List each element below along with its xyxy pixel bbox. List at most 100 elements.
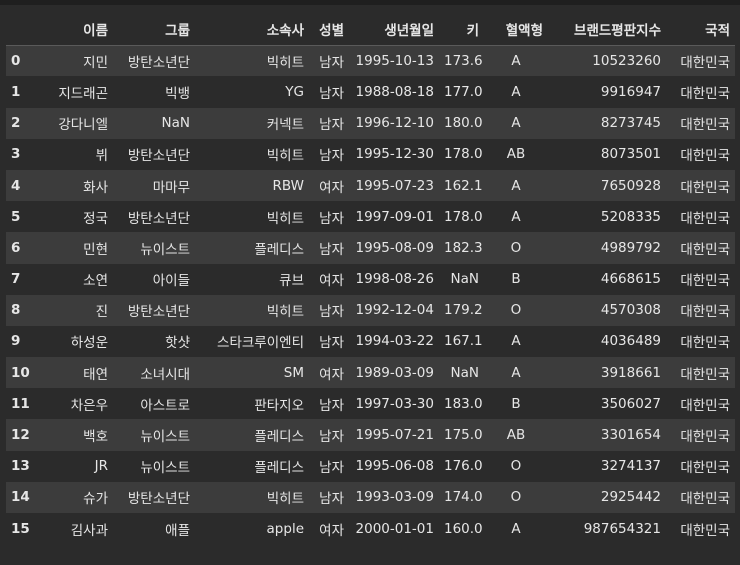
cell-name: 정국 xyxy=(83,210,108,227)
cell-birthdate: 2000-01-01 xyxy=(355,520,434,537)
cell-gender: 남자 xyxy=(319,491,344,508)
cell-gender: 남자 xyxy=(319,397,344,414)
table-row: 0 지민 방탄소년단 빅히트 남자 1995-10-13 173.6 A 10523260 대한민… xyxy=(6,45,735,77)
cell-name: 소연 xyxy=(83,273,108,290)
column-header-group: 그룹 xyxy=(113,14,195,46)
cell-birthdate: 1994-03-22 xyxy=(355,333,434,350)
table-row: 13 JR 뉴이스트 플레디스 남자 1995-06-08 176.0 O 3274137 대한민… xyxy=(6,450,735,482)
cell-birthdate: 1995-06-08 xyxy=(355,458,434,475)
table-row: 15 김사과 애플 apple 여자 2000-01-01 160.0 A 987654321 대… xyxy=(6,513,735,545)
cell-gender: 여자 xyxy=(319,522,344,539)
cell-height: 167.1 xyxy=(444,333,483,350)
cell-height: 178.0 xyxy=(444,146,483,163)
cell-name: 화사 xyxy=(83,179,108,196)
cell-birthdate: 1995-07-23 xyxy=(355,177,434,194)
row-index: 10 xyxy=(11,364,30,381)
column-header-blood-type: 혈액형 xyxy=(484,14,548,46)
cell-blood-type: A xyxy=(511,520,521,537)
table-row: 1 지드래곤 빅뱅 YG 남자 1988-08-18 177.0 A 9916947 대한민국 xyxy=(6,76,735,108)
cell-agency: apple xyxy=(266,520,304,537)
cell-group: 방탄소년단 xyxy=(127,304,190,321)
cell-gender: 남자 xyxy=(319,304,344,321)
cell-blood-type: O xyxy=(510,458,522,475)
cell-birthdate: 1995-12-30 xyxy=(355,146,434,163)
row-index: 6 xyxy=(11,239,21,256)
cell-height: 179.2 xyxy=(444,302,483,319)
column-header-agency: 소속사 xyxy=(195,14,309,46)
cell-name: 태연 xyxy=(83,366,108,383)
cell-agency: 스타크루이엔티 xyxy=(217,335,304,352)
cell-blood-type: O xyxy=(510,302,522,319)
cell-brand-index: 4036489 xyxy=(600,333,661,350)
row-index: 3 xyxy=(11,146,21,163)
cell-group: 애플 xyxy=(165,522,190,539)
cell-gender: 남자 xyxy=(319,241,344,258)
cell-name: 강다니엘 xyxy=(58,117,108,134)
cell-height: 173.6 xyxy=(444,53,483,70)
row-index: 1 xyxy=(11,83,21,100)
cell-brand-index: 4570308 xyxy=(600,302,661,319)
cell-group: 아이들 xyxy=(152,273,190,290)
cell-height: 182.3 xyxy=(444,239,483,256)
cell-blood-type: A xyxy=(511,53,521,70)
cell-height: NaN xyxy=(450,364,479,381)
cell-height: 175.0 xyxy=(444,427,483,444)
row-index: 9 xyxy=(11,333,21,350)
row-index: 13 xyxy=(11,458,30,475)
cell-birthdate: 1989-03-09 xyxy=(355,364,434,381)
row-index: 11 xyxy=(11,395,30,412)
cell-gender: 남자 xyxy=(319,148,344,165)
cell-brand-index: 10523260 xyxy=(592,53,661,70)
header-row: 이름 그룹 소속사 성별 생년월일 키 혈액형 브랜드평판지수 국적 xyxy=(6,14,735,46)
cell-nationality: 대한민국 xyxy=(680,522,730,539)
row-index: 12 xyxy=(11,427,30,444)
cell-gender: 남자 xyxy=(319,55,344,72)
cell-height: NaN xyxy=(450,271,479,288)
cell-agency: YG xyxy=(285,83,304,100)
dataframe-table: 이름 그룹 소속사 성별 생년월일 키 혈액형 브랜드평판지수 국적 0 지민 방탄… xyxy=(6,14,735,545)
cell-brand-index: 4989792 xyxy=(600,239,661,256)
cell-nationality: 대한민국 xyxy=(680,148,730,165)
cell-nationality: 대한민국 xyxy=(680,460,730,477)
cell-blood-type: AB xyxy=(506,427,526,444)
cell-name: 김사과 xyxy=(70,522,108,539)
cell-height: 180.0 xyxy=(444,115,483,132)
cell-birthdate: 1995-08-09 xyxy=(355,239,434,256)
cell-height: 176.0 xyxy=(444,458,483,475)
cell-height: 177.0 xyxy=(444,83,483,100)
cell-group: 핫샷 xyxy=(165,335,190,352)
row-index: 7 xyxy=(11,271,21,288)
table-row: 9 하성운 핫샷 스타크루이엔티 남자 1994-03-22 167.1 A 4036489 대한… xyxy=(6,325,735,358)
cell-group: 뉴이스트 xyxy=(140,429,190,446)
cell-group: 소녀시대 xyxy=(140,366,190,383)
cell-agency: 커넥트 xyxy=(266,117,304,134)
cell-blood-type: B xyxy=(511,395,521,412)
cell-brand-index: 7650928 xyxy=(600,177,661,194)
cell-height: 183.0 xyxy=(444,395,483,412)
cell-name: 뷔 xyxy=(95,148,108,165)
column-header-height: 키 xyxy=(439,14,484,46)
row-index: 4 xyxy=(11,177,21,194)
cell-group: 마마무 xyxy=(152,179,190,196)
cell-height: 160.0 xyxy=(444,520,483,537)
table-row: 5 정국 방탄소년단 빅히트 남자 1997-09-01 178.0 A 5208335 대한민국 xyxy=(6,201,735,233)
cell-name: 진 xyxy=(95,304,108,321)
cell-brand-index: 3918661 xyxy=(600,364,661,381)
cell-height: 174.0 xyxy=(444,489,483,506)
cell-birthdate: 1993-03-09 xyxy=(355,489,434,506)
cell-gender: 남자 xyxy=(319,335,344,352)
cell-blood-type: O xyxy=(510,489,522,506)
table-row: 11 차은우 아스트로 판타지오 남자 1997-03-30 183.0 B 3506027 대한… xyxy=(6,388,735,420)
table-row: 8 진 방탄소년단 빅히트 남자 1992-12-04 179.2 O 4570308 대한민국 xyxy=(6,294,735,326)
table-row: 2 강다니엘 NaN 커넥트 남자 1996-12-10 180.0 A 8273745 대한민국 xyxy=(6,107,735,139)
cell-agency: 플레디스 xyxy=(254,241,304,258)
table-row: 12 백호 뉴이스트 플레디스 남자 1995-07-21 175.0 AB 3301654 대한… xyxy=(6,419,735,451)
cell-name: 지드래곤 xyxy=(58,85,108,102)
cell-group: 방탄소년단 xyxy=(127,148,190,165)
table-row: 6 민현 뉴이스트 플레디스 남자 1995-08-09 182.3 O 4989792 대한민국 xyxy=(6,232,735,264)
cell-name: 백호 xyxy=(83,429,108,446)
cell-group: NaN xyxy=(161,115,190,132)
output-top-border xyxy=(0,0,740,5)
cell-nationality: 대한민국 xyxy=(680,397,730,414)
cell-agency: RBW xyxy=(272,177,304,194)
